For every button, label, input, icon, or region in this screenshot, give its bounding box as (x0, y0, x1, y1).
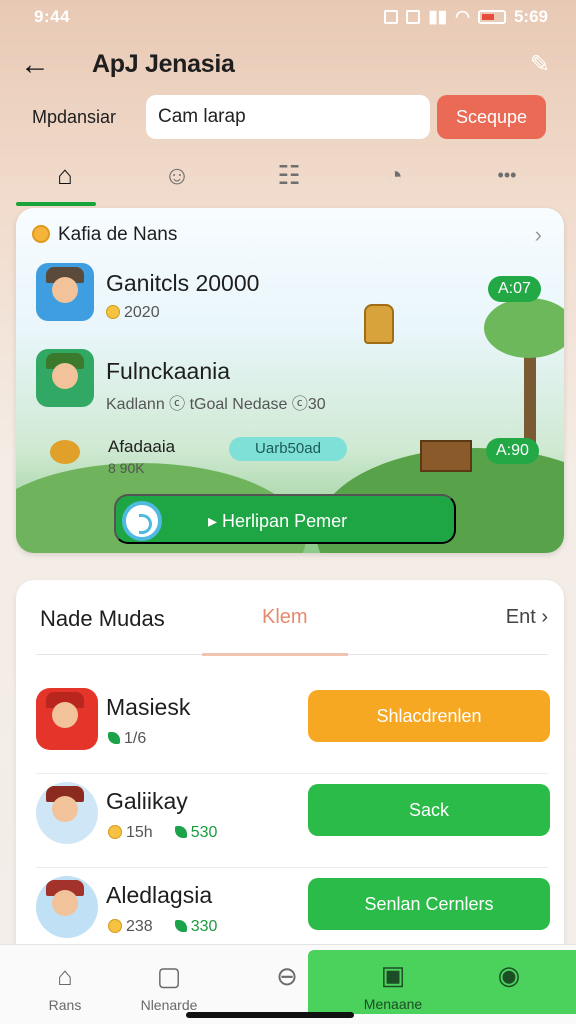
home-icon: ⌂ (57, 159, 73, 190)
status-bar: 9:44 ▮▮ ◠ 5:69 (0, 0, 576, 36)
game-name-3[interactable]: Afadaaia (108, 437, 175, 457)
share-icon[interactable]: ✎ (530, 50, 550, 79)
game-name-1[interactable]: Ganitcls 20000 (106, 270, 259, 297)
card-icon: ▢ (156, 961, 182, 991)
list-tab-middle[interactable]: Klem (262, 606, 308, 629)
nav-item-label: Menaane (363, 996, 423, 1012)
list-item-meta: 238 330 (108, 918, 217, 936)
page-title: ApJ Jenasia (92, 50, 235, 78)
search-label: Mpdansiar (32, 107, 117, 127)
list-item-action-button[interactable]: Senlan Cernlers (308, 878, 550, 930)
list-item[interactable]: Masiesk 1/6 Shlacdrenlen (16, 680, 564, 774)
home-indicator[interactable] (186, 1012, 354, 1018)
user-icon: ☺ (163, 159, 191, 190)
price-badge-1[interactable]: A:07 (488, 276, 541, 302)
game-icon-galiikay[interactable] (36, 782, 98, 844)
list-title: Nade Mudas (40, 606, 165, 631)
sim-icon (406, 10, 421, 24)
back-arrow-icon[interactable]: ← (20, 48, 50, 82)
tab-bar: ⌂ ☺ ☷ ◔ ••• (16, 146, 560, 206)
leaf-icon (108, 732, 120, 744)
active-tab-indicator (16, 202, 96, 206)
play-button-label: ▸ Herlipan Pemer (208, 511, 348, 531)
game-sub-1: 2020 (106, 304, 160, 322)
list-item-action-button[interactable]: Shlacdrenlen (308, 690, 550, 742)
list-item-name: Masiesk (106, 694, 191, 720)
treasure-chest-icon (420, 440, 472, 472)
game-sub-2: Kadlann ⓒ tGoal Nedase ⓒ30 (106, 396, 326, 413)
app-bar: ← ApJ Jenasia ✎ (0, 40, 576, 90)
nav-item-settings[interactable]: ◉ (454, 944, 564, 1024)
price-badge-3[interactable]: A:90 (486, 438, 539, 464)
leaf-icon (174, 920, 187, 932)
nav-item-label: Rans (48, 997, 82, 1013)
nav-item-label: Nlenarde (140, 997, 198, 1013)
featured-card: Kafia de Nans › Ganitcls 20000 2020 A:07… (16, 208, 564, 553)
list-item-meta: 15h 530 (108, 824, 217, 842)
search-row: Mpdansiar Scequpe (0, 95, 576, 139)
game-icon-1[interactable] (36, 263, 94, 321)
game-icon-3[interactable] (44, 434, 88, 470)
wifi-icon: ◠ (455, 7, 470, 26)
list-item-action-button[interactable]: Sack (308, 784, 550, 836)
game-sub-3: 8 90K (108, 460, 145, 476)
game-list-card: Nade Mudas Klem Ent › Masiesk 1/6 Shlacd… (16, 580, 564, 960)
tab-home[interactable]: ⌂ (26, 146, 104, 204)
play-button[interactable]: ▸ Herlipan Pemer (114, 494, 456, 544)
game-icon-masiesk[interactable] (36, 688, 98, 750)
chevron-right-icon[interactable]: › (535, 222, 542, 248)
featured-header[interactable]: Kafia de Nans › (32, 222, 548, 250)
search-input[interactable] (146, 95, 430, 139)
battery-icon (477, 10, 506, 24)
coin-icon (108, 919, 122, 933)
status-time: 9:44 (34, 7, 71, 26)
nav-item-chest[interactable]: ▣ Menaane (338, 944, 448, 1024)
tab-explore[interactable]: ◔ (356, 146, 434, 204)
featured-title: Kafia de Nans (58, 224, 178, 245)
list-item-meta: 1/6 (108, 730, 146, 748)
tab-profile[interactable]: ☺ (138, 146, 216, 204)
game-icon-2[interactable] (36, 349, 94, 407)
list-item-name: Galiikay (106, 788, 188, 814)
search-button[interactable]: Scequpe (437, 95, 546, 139)
palm-tree-illustration (484, 298, 564, 458)
list-item[interactable]: Galiikay 15h 530 Sack (16, 774, 564, 868)
list-item-name: Aledlagsia (106, 882, 213, 908)
tag-pill[interactable]: Uarb50ad (229, 437, 347, 461)
status-right-time: 5:69 (513, 7, 548, 26)
compass-icon: ⊖ (276, 961, 298, 991)
list-edit-link[interactable]: Ent › (506, 606, 548, 629)
tab-more[interactable]: ••• (468, 146, 546, 204)
coin-icon (108, 825, 122, 839)
play-circle-icon (122, 501, 162, 541)
chest-icon: ▣ (380, 960, 406, 990)
status-icons: ▮▮ ◠ 5:69 (384, 7, 548, 27)
list-icon: ☷ (277, 159, 301, 190)
leaf-icon (174, 826, 187, 838)
coin-icon (32, 225, 50, 243)
nav-item-home[interactable]: ⌂ Rans (10, 945, 120, 1024)
more-icon: ••• (497, 164, 517, 185)
notification-icon (384, 10, 399, 24)
compass-icon: ◔ (387, 159, 403, 190)
game-name-2[interactable]: Fulnckaania (106, 358, 230, 385)
coin-icon (106, 305, 120, 319)
settings-icon: ◉ (497, 960, 521, 990)
trophy-icon (364, 304, 394, 344)
home-icon: ⌂ (57, 961, 73, 991)
signal-icon: ▮▮ (428, 7, 448, 26)
tab-list[interactable]: ☷ (250, 146, 328, 204)
list-tab-indicator (202, 653, 348, 656)
game-icon-aledlagsia[interactable] (36, 876, 98, 938)
